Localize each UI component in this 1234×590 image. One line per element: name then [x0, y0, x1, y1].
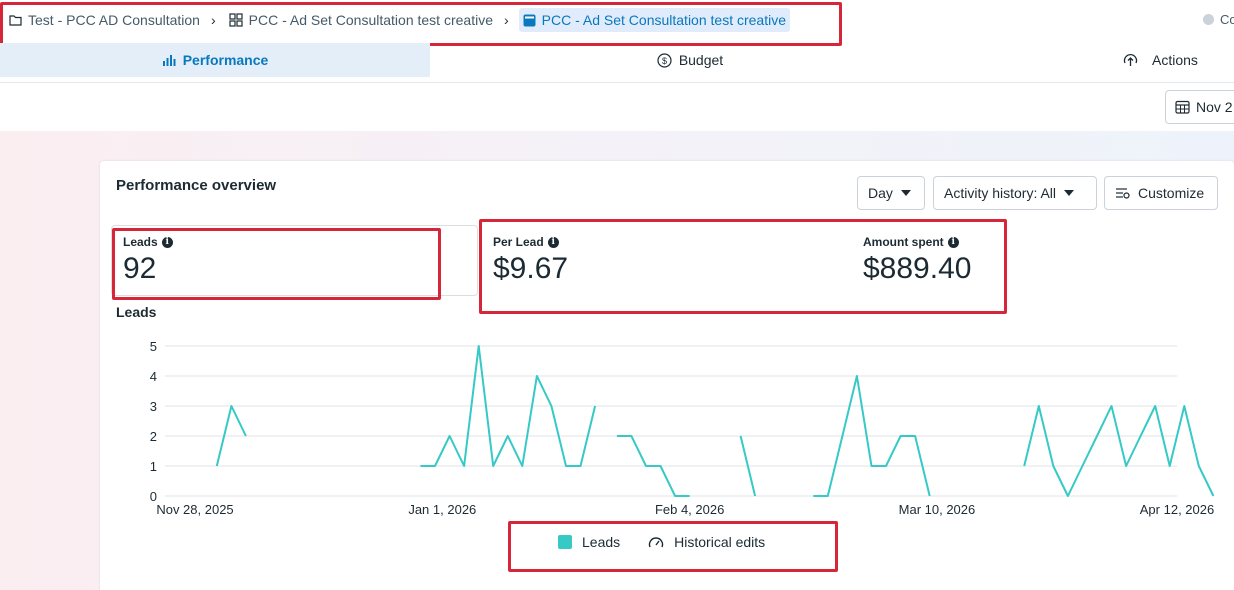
- customize-label: Customize: [1138, 185, 1205, 201]
- ad-icon: [523, 14, 536, 26]
- leads-metric-label: Leads: [123, 235, 158, 249]
- bar-chart-icon: [162, 55, 176, 66]
- customize-icon: [1116, 188, 1130, 199]
- tab-budget[interactable]: $ Budget: [430, 43, 950, 77]
- chart-legend: Leads Historical edits: [558, 534, 765, 550]
- y-tick-label: 5: [150, 339, 157, 354]
- y-tick-label: 3: [150, 399, 157, 414]
- x-tick-label: Nov 28, 2025: [156, 502, 233, 517]
- tab-actions-label: Actions: [1152, 52, 1198, 68]
- tab-budget-label: Budget: [678, 52, 724, 68]
- x-tick-label: Apr 12, 2026: [1140, 502, 1214, 517]
- folder-icon: [9, 15, 22, 26]
- y-tick-label: 4: [150, 369, 157, 384]
- performance-overview-card: Performance overview Day Activity histor…: [100, 161, 1234, 590]
- legend-leads-swatch: [558, 535, 572, 549]
- status-indicator[interactable]: Co: [1203, 12, 1234, 27]
- legend-leads-label: Leads: [582, 534, 621, 550]
- tab-performance[interactable]: Performance: [0, 43, 430, 77]
- status-label: Co: [1220, 12, 1234, 27]
- breadcrumb-ad-label: PCC - Ad Set Consultation test creative: [541, 12, 786, 28]
- per-lead-metric-value: $9.67: [493, 252, 569, 285]
- amount-spent-metric-label: Amount spent: [863, 235, 944, 249]
- tab-performance-label: Performance: [182, 52, 269, 68]
- activity-history-label: Activity history: All: [944, 185, 1057, 201]
- customize-button[interactable]: Customize: [1104, 176, 1218, 210]
- calendar-icon: [1175, 100, 1190, 114]
- dollar-circle-icon: $: [657, 52, 672, 68]
- caret-down-icon: [1064, 190, 1075, 196]
- y-tick-label: 2: [150, 429, 157, 444]
- amount-spent-metric: Amount spent i $889.40: [863, 235, 971, 286]
- breadcrumb-ad[interactable]: PCC - Ad Set Consultation test creative: [518, 8, 790, 32]
- day-select-label: Day: [868, 185, 893, 201]
- leads-line-chart: 012345Nov 28, 2025 Jan 1, 2026 Feb 4, 2026…: [150, 339, 1215, 517]
- per-lead-metric-label: Per Lead: [493, 235, 544, 249]
- tab-bar: Performance $ Budget Actions: [0, 43, 1234, 83]
- y-tick-label: 1: [150, 459, 157, 474]
- caret-down-icon: [900, 190, 911, 196]
- breadcrumb-campaign-label: Test - PCC AD Consultation: [28, 12, 200, 28]
- amount-spent-metric-value: $889.40: [863, 252, 972, 285]
- breadcrumb-bar: Test - PCC AD Consultation › PCC - Ad Se…: [0, 0, 1234, 40]
- breadcrumb-campaign[interactable]: Test - PCC AD Consultation: [6, 8, 203, 32]
- chevron-right-icon: ›: [503, 12, 509, 28]
- x-tick-label: Feb 4, 2026: [655, 502, 724, 517]
- svg-text:$: $: [662, 56, 667, 66]
- breadcrumb: Test - PCC AD Consultation › PCC - Ad Se…: [6, 8, 790, 32]
- legend-historical-label: Historical edits: [674, 534, 766, 550]
- arrow-up-circle-icon: [1123, 53, 1138, 66]
- per-lead-metric: Per Lead i $9.67: [493, 235, 568, 286]
- leads-metric: Leads i 92: [123, 235, 173, 286]
- info-icon[interactable]: i: [947, 236, 959, 248]
- card-title: Performance overview: [116, 177, 277, 194]
- activity-history-select[interactable]: Activity history: All: [933, 176, 1097, 210]
- x-tick-label: Mar 10, 2026: [899, 502, 976, 517]
- info-icon[interactable]: i: [547, 236, 559, 248]
- chart-title: Leads: [116, 304, 157, 320]
- date-range-button[interactable]: Nov 2: [1165, 90, 1234, 124]
- breadcrumb-adset-label: PCC - Ad Set Consultation test creative: [248, 12, 493, 28]
- breadcrumb-adset[interactable]: PCC - Ad Set Consultation test creative: [226, 8, 496, 32]
- chevron-right-icon: ›: [210, 12, 216, 28]
- x-tick-label: Jan 1, 2026: [408, 502, 476, 517]
- leads-metric-value: 92: [123, 252, 157, 285]
- day-select[interactable]: Day: [857, 176, 925, 210]
- grid-icon: [229, 13, 243, 27]
- status-dot-icon: [1203, 14, 1214, 25]
- legend-leads[interactable]: Leads: [558, 534, 620, 550]
- tab-actions[interactable]: Actions: [1115, 43, 1215, 77]
- gauge-icon: [648, 537, 664, 548]
- series-line: [1023, 405, 1215, 497]
- date-range-label: Nov 2: [1196, 99, 1233, 115]
- info-icon[interactable]: i: [161, 236, 173, 248]
- legend-historical-edits[interactable]: Historical edits: [648, 534, 765, 550]
